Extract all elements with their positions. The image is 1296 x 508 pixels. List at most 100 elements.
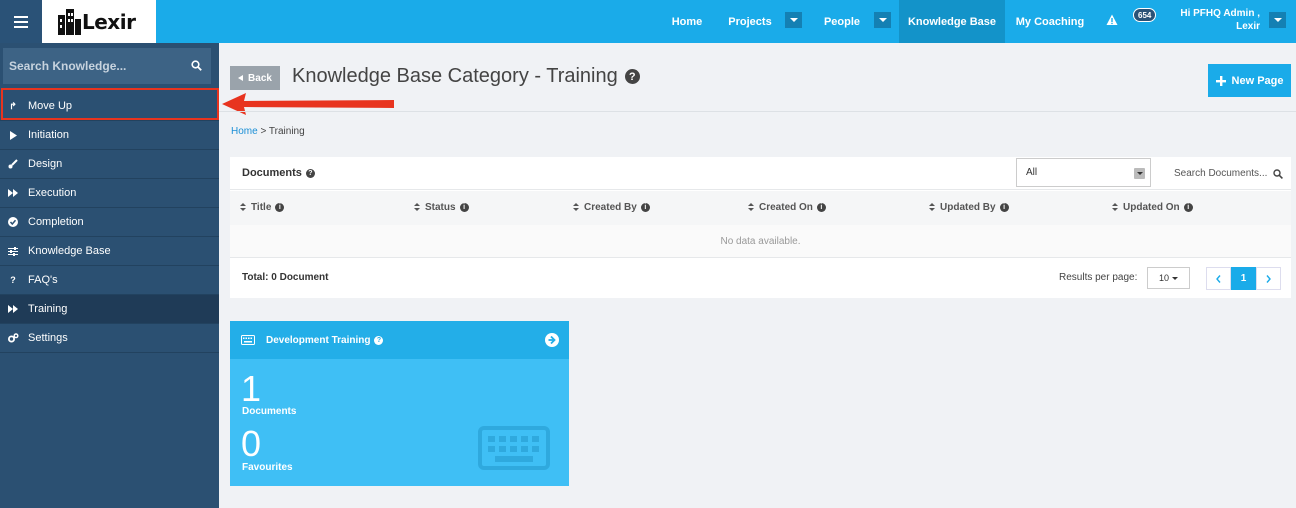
check-circle-icon xyxy=(7,216,19,228)
help-icon[interactable]: ? xyxy=(305,168,315,178)
chevron-left-icon xyxy=(238,75,244,81)
menu-toggle-icon[interactable] xyxy=(0,0,42,43)
sidebar-item-faqs[interactable]: ? FAQ's xyxy=(0,266,219,295)
documents-label: Documents xyxy=(242,167,302,179)
sort-icon xyxy=(573,203,580,212)
logo-text: Lexir xyxy=(82,9,136,34)
top-navbar: Lexir Home Projects People Knowledge Bas… xyxy=(0,0,1296,43)
sidebar-item-label: Completion xyxy=(28,216,84,228)
nav-projects[interactable]: Projects xyxy=(722,0,778,43)
nav-home[interactable]: Home xyxy=(661,0,713,43)
sidebar-item-execution[interactable]: Execution xyxy=(0,179,219,208)
play-icon xyxy=(7,129,19,141)
sort-icon xyxy=(1112,203,1119,212)
category-card-development-training[interactable]: Development Training ? 1 Documents 0 Fav… xyxy=(230,321,569,486)
pagination: 1 xyxy=(1206,267,1281,290)
sidebar-item-training[interactable]: Training xyxy=(0,295,219,324)
column-header-updated-on[interactable]: Updated On i xyxy=(1112,202,1193,213)
user-dropdown-icon[interactable] xyxy=(1269,12,1286,28)
plus-icon xyxy=(1215,75,1226,86)
user-menu[interactable]: Hi PFHQ Admin , Lexir xyxy=(1170,7,1260,33)
arrow-circle-right-icon[interactable] xyxy=(545,333,559,347)
header-divider xyxy=(219,111,1296,112)
search-icon[interactable] xyxy=(1273,169,1283,179)
info-icon: i xyxy=(816,203,826,212)
notification-badge[interactable]: 654 xyxy=(1133,8,1157,22)
breadcrumb-separator: > xyxy=(260,126,267,137)
document-filter-select[interactable]: All xyxy=(1016,158,1151,187)
info-icon: i xyxy=(459,203,469,212)
documents-total: Total: 0 Document xyxy=(242,272,329,283)
column-label: Updated On xyxy=(1123,202,1180,213)
search-icon[interactable] xyxy=(191,60,202,71)
column-header-title[interactable]: Title i xyxy=(240,202,285,213)
building-logo-icon xyxy=(58,8,81,35)
column-header-updated-by[interactable]: Updated By i xyxy=(929,202,1009,213)
sidebar-item-move-up[interactable]: ↱ Move Up xyxy=(0,92,219,121)
info-icon: i xyxy=(1183,203,1193,212)
column-label: Status xyxy=(425,202,456,213)
documents-panel: Documents ? All Search Documents... Titl… xyxy=(230,157,1291,298)
user-greeting: Hi PFHQ Admin , xyxy=(1180,8,1260,19)
card-title-text: Development Training xyxy=(266,334,371,346)
projects-dropdown-icon[interactable] xyxy=(785,12,802,28)
cogs-icon xyxy=(7,332,19,344)
info-icon: i xyxy=(275,203,285,212)
sidebar: Search Knowledge... ↱ Move Up Initiation… xyxy=(0,43,219,508)
breadcrumb-current: Training xyxy=(268,126,305,137)
documents-title: Documents ? xyxy=(242,167,315,179)
sidebar-item-label: FAQ's xyxy=(28,274,58,286)
sidebar-item-label: Design xyxy=(28,158,63,170)
sidebar-item-knowledge-base[interactable]: Knowledge Base xyxy=(0,237,219,266)
question-icon: ? xyxy=(10,275,16,285)
prev-page-button[interactable] xyxy=(1206,267,1231,290)
warning-icon[interactable] xyxy=(1106,14,1118,26)
chevron-right-icon xyxy=(1266,274,1271,283)
nav-knowledge-base[interactable]: Knowledge Base xyxy=(899,0,1005,43)
keyboard-icon xyxy=(241,335,255,345)
breadcrumb: Home > Training xyxy=(231,126,305,137)
next-page-button[interactable] xyxy=(1256,267,1281,290)
sidebar-item-settings[interactable]: Settings xyxy=(0,324,219,353)
keyboard-icon xyxy=(478,426,550,470)
help-icon[interactable]: ? xyxy=(624,69,640,84)
chevron-down-icon xyxy=(1134,168,1145,179)
sidebar-item-design[interactable]: Design xyxy=(0,150,219,179)
results-per-page-select[interactable]: 10 xyxy=(1147,267,1190,289)
sidebar-item-label: Knowledge Base xyxy=(28,245,111,257)
nav-my-coaching[interactable]: My Coaching xyxy=(1010,0,1090,43)
chevron-left-icon xyxy=(1216,274,1221,283)
sort-icon xyxy=(748,203,755,212)
fast-forward-icon xyxy=(7,187,19,199)
sort-icon xyxy=(240,203,247,212)
search-documents-input[interactable]: Search Documents... xyxy=(1164,158,1291,189)
document-filter-value: All xyxy=(1026,167,1038,178)
info-icon: i xyxy=(640,203,650,212)
back-button[interactable]: Back xyxy=(230,66,280,90)
level-up-icon: ↱ xyxy=(9,100,17,111)
page-button-current[interactable]: 1 xyxy=(1231,267,1256,290)
breadcrumb-home-link[interactable]: Home xyxy=(231,126,258,137)
sidebar-item-label: Execution xyxy=(28,187,77,199)
documents-count-label: Documents xyxy=(242,406,297,417)
help-icon[interactable]: ? xyxy=(374,335,384,345)
column-label: Created By xyxy=(584,202,637,213)
documents-count: 1 xyxy=(241,368,262,409)
annotation-arrow-icon xyxy=(222,93,394,115)
documents-panel-header: Documents ? All Search Documents... xyxy=(230,157,1291,190)
knowledge-search-input[interactable]: Search Knowledge... xyxy=(3,48,211,84)
column-header-status[interactable]: Status i xyxy=(414,202,469,213)
fast-forward-icon xyxy=(7,303,19,315)
sidebar-item-initiation[interactable]: Initiation xyxy=(0,121,219,150)
nav-people[interactable]: People xyxy=(816,0,868,43)
sort-icon xyxy=(929,203,936,212)
sort-icon xyxy=(414,203,421,212)
logo[interactable]: Lexir xyxy=(42,0,156,43)
empty-table-message: No data available. xyxy=(230,225,1291,258)
sidebar-item-completion[interactable]: Completion xyxy=(0,208,219,237)
results-per-page-value: 10 xyxy=(1158,273,1169,283)
people-dropdown-icon[interactable] xyxy=(874,12,891,28)
column-header-created-on[interactable]: Created On i xyxy=(748,202,826,213)
column-header-created-by[interactable]: Created By i xyxy=(573,202,650,213)
new-page-button[interactable]: New Page xyxy=(1208,64,1291,97)
